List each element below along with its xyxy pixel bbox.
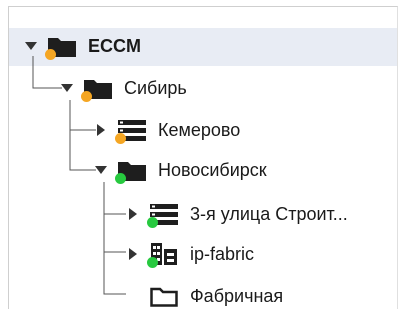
expand-toggle-icon[interactable] <box>94 163 108 177</box>
server-icon <box>115 119 146 144</box>
folder-outline-icon <box>150 285 178 307</box>
status-dot-green <box>147 217 158 228</box>
tree-node-fabrichnaya[interactable]: Фабричная <box>126 281 283 311</box>
tree-node-label: ECCM <box>88 35 141 56</box>
folder-icon <box>81 77 112 102</box>
collapse-toggle-icon[interactable] <box>126 207 140 221</box>
tree-node-kemerovo[interactable]: Кемерово <box>94 115 240 145</box>
tree-node-label: Новосибирск <box>158 159 267 180</box>
tree-node-label: 3-я улица Строит... <box>190 203 348 224</box>
folder-icon <box>45 35 76 60</box>
collapse-toggle-icon[interactable] <box>126 247 140 261</box>
fabric-icon <box>147 243 178 268</box>
server-icon <box>147 203 178 228</box>
status-dot-orange <box>81 91 92 102</box>
tree-node-siberia[interactable]: Сибирь <box>60 73 187 103</box>
status-dot-green <box>147 257 158 268</box>
expand-toggle-icon[interactable] <box>24 39 38 53</box>
tree-node-street[interactable]: 3-я улица Строит... <box>126 199 348 229</box>
status-dot-green <box>115 173 126 184</box>
folder-icon <box>115 159 146 184</box>
tree-node-eccm[interactable]: ECCM <box>24 31 141 61</box>
tree-node-label: ip-fabric <box>190 243 255 264</box>
tree-node-ip-fabric[interactable]: ip-fabric <box>126 239 254 269</box>
tree-node-label: Фабричная <box>190 285 284 306</box>
status-dot-orange <box>45 49 56 60</box>
tree-node-label: Кемерово <box>158 119 241 140</box>
status-dot-orange <box>115 133 126 144</box>
tree-node-novosibirsk[interactable]: Новосибирск <box>94 155 267 185</box>
expand-toggle-icon[interactable] <box>60 81 74 95</box>
tree-node-label: Сибирь <box>124 77 187 98</box>
collapse-toggle-icon[interactable] <box>94 123 108 137</box>
